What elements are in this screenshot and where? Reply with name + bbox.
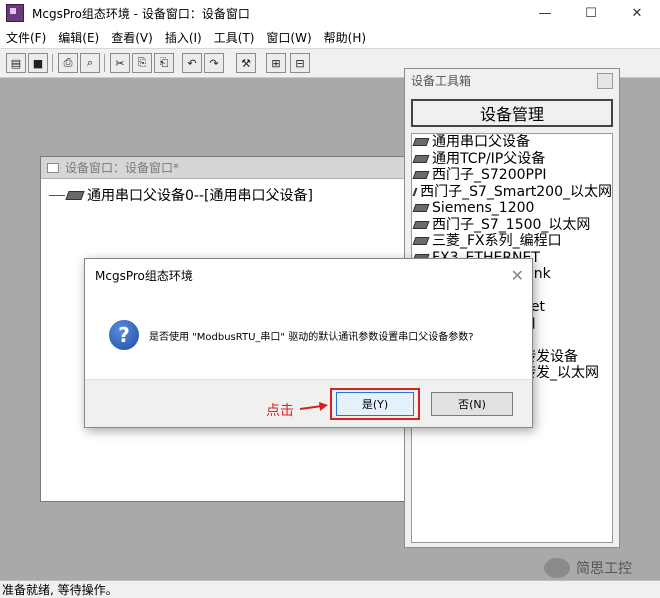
maximize-button[interactable]: ☐: [568, 0, 614, 26]
status-text: 准备就绪, 等待操作。: [2, 583, 118, 597]
no-button[interactable]: 否(N): [431, 392, 513, 416]
tree-item[interactable]: 通用串口父设备0--[通用串口父设备]: [49, 185, 431, 205]
list-item[interactable]: 通用串口父设备: [412, 134, 612, 151]
print-icon[interactable]: ⎙: [58, 53, 78, 73]
save-icon[interactable]: ■: [28, 53, 48, 73]
device-chip-icon: [65, 190, 85, 200]
device-chip-icon: [412, 154, 430, 163]
question-icon: ?: [109, 320, 139, 350]
tree-connector: [49, 194, 65, 196]
print-preview-icon[interactable]: ⌕: [80, 53, 100, 73]
menu-file[interactable]: 文件(F): [0, 29, 52, 46]
window-title: McgsPro组态环境 - 设备窗口：设备窗口: [32, 6, 250, 21]
device-manage-button[interactable]: 设备管理: [411, 99, 613, 127]
redo-icon[interactable]: ↷: [204, 53, 224, 73]
new-icon[interactable]: ▤: [6, 53, 26, 73]
app-icon: [6, 4, 24, 22]
dialog-title: McgsPro组态环境: [95, 268, 193, 283]
window-icon: [47, 162, 59, 173]
device-chip-icon: [412, 204, 430, 213]
device-chip-icon: [412, 171, 430, 180]
menu-bar: 文件(F) 编辑(E) 查看(V) 插入(I) 工具(T) 窗口(W) 帮助(H…: [0, 26, 660, 48]
window-b-icon[interactable]: ⊟: [290, 53, 310, 73]
wechat-icon: [544, 558, 570, 578]
watermark-text: 简思工控: [576, 561, 632, 577]
menu-window[interactable]: 窗口(W): [260, 29, 317, 46]
arrow-right-icon: [300, 402, 328, 411]
device-chip-icon: [412, 237, 430, 246]
toolbar-divider: [104, 54, 105, 72]
toolbox-close-button[interactable]: [597, 73, 613, 89]
menu-insert[interactable]: 插入(I): [159, 29, 208, 46]
menu-view[interactable]: 查看(V): [105, 29, 159, 46]
cut-icon[interactable]: ✂: [110, 53, 130, 73]
dialog-close-icon[interactable]: ✕: [511, 266, 524, 285]
title-bar: McgsPro组态环境 - 设备窗口：设备窗口 — ☐ ✕: [0, 0, 660, 26]
copy-icon[interactable]: ⎘: [132, 53, 152, 73]
list-item[interactable]: 通用TCP/IP父设备: [412, 151, 612, 168]
dialog-titlebar: McgsPro组态环境: [85, 259, 532, 291]
dialog-body: ? 是否使用 "ModbusRTU_串口" 驱动的默认通讯参数设置串口父设备参数…: [85, 291, 532, 379]
menu-edit[interactable]: 编辑(E): [52, 29, 105, 46]
menu-tools[interactable]: 工具(T): [208, 29, 261, 46]
device-window-title: 设备窗口：设备窗口*: [65, 161, 180, 175]
device-chip-icon: [412, 220, 430, 229]
minimize-button[interactable]: —: [522, 0, 568, 26]
undo-icon[interactable]: ↶: [182, 53, 202, 73]
watermark: 简思工控: [544, 558, 632, 578]
click-annotation: 点击: [266, 403, 294, 419]
toolbar-divider: [52, 54, 53, 72]
window-controls: — ☐ ✕: [522, 0, 660, 26]
close-button[interactable]: ✕: [614, 0, 660, 26]
device-tree: 通用串口父设备0--[通用串口父设备]: [41, 179, 439, 211]
list-item[interactable]: Siemens_1200: [412, 200, 612, 217]
toolbox-title: 设备工具箱: [411, 73, 472, 88]
list-item[interactable]: 西门子_S7_1500_以太网: [412, 217, 612, 234]
paste-icon[interactable]: ⎗: [154, 53, 174, 73]
tree-item-label: 通用串口父设备0--[通用串口父设备]: [87, 188, 313, 204]
tools-icon[interactable]: ⚒: [236, 53, 256, 73]
list-item[interactable]: 西门子_S7_Smart200_以太网: [412, 184, 612, 201]
list-item[interactable]: 三菱_FX系列_编程口: [412, 233, 612, 250]
device-chip-icon: [412, 187, 418, 196]
yes-button[interactable]: 是(Y): [336, 392, 414, 416]
list-item[interactable]: 西门子_S7200PPI: [412, 167, 612, 184]
status-bar: 准备就绪, 等待操作。: [0, 580, 660, 598]
menu-help[interactable]: 帮助(H): [318, 29, 372, 46]
device-window-titlebar: 设备窗口：设备窗口*: [41, 157, 439, 179]
window-a-icon[interactable]: ⊞: [266, 53, 286, 73]
device-chip-icon: [412, 138, 430, 147]
dialog-message: 是否使用 "ModbusRTU_串口" 驱动的默认通讯参数设置串口父设备参数?: [149, 331, 474, 343]
